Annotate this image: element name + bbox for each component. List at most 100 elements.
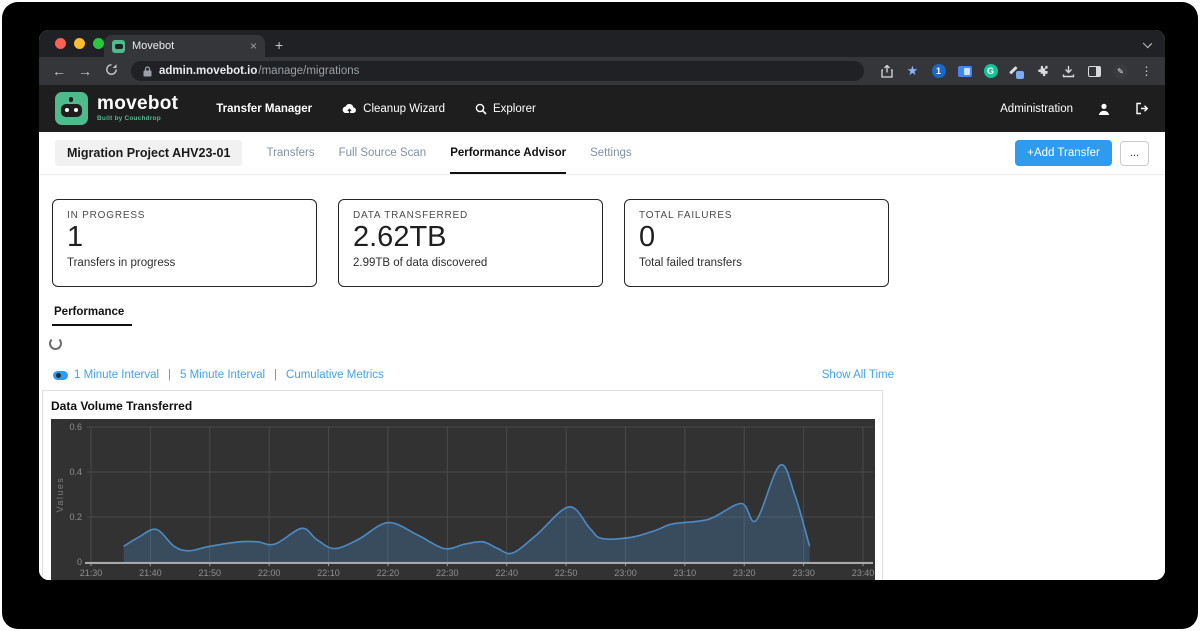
close-tab-icon[interactable]: × (250, 39, 257, 53)
project-tabs: Transfers Full Source Scan Performance A… (266, 132, 631, 174)
stat-value: 2.62TB (353, 222, 588, 254)
browser-tab-movebot[interactable]: Movebot × (104, 35, 265, 57)
movebot-logo[interactable]: movebot Built by Couchdrop (55, 92, 178, 125)
loading-spinner-icon (49, 337, 62, 350)
cleanup-cloud-icon (342, 103, 357, 114)
tab-performance-advisor[interactable]: Performance Advisor (450, 132, 566, 174)
color-picker-extension-icon[interactable] (1008, 63, 1025, 80)
nav-item-label: Explorer (493, 103, 536, 115)
side-panel-icon[interactable] (1086, 63, 1103, 80)
back-button[interactable]: ← (49, 61, 69, 81)
url-path: /manage/migrations (258, 65, 359, 77)
data-volume-chart[interactable]: 00.20.40.621:3021:4021:5022:0022:1022:20… (51, 419, 875, 580)
svg-text:23:10: 23:10 (674, 568, 697, 578)
tab-list-chevron-icon[interactable] (1143, 39, 1152, 48)
svg-text:21:30: 21:30 (80, 568, 103, 578)
stat-card-in-progress: IN PROGRESS 1 Transfers in progress (52, 199, 317, 287)
separator: | (274, 369, 277, 381)
logo-subtext: Built by Couchdrop (97, 116, 178, 123)
stat-label: DATA TRANSFERRED (353, 210, 588, 221)
section-tabs: Performance (52, 302, 1149, 326)
movebot-robot-icon (55, 92, 88, 125)
share-icon[interactable] (878, 63, 895, 80)
nav-item-transfer-manager[interactable]: Transfer Manager (216, 103, 312, 115)
tab-full-source-scan[interactable]: Full Source Scan (339, 132, 427, 174)
svg-text:23:00: 23:00 (614, 568, 637, 578)
toolbar-icon-group: ★ 1 G ✎ ⋮ (878, 63, 1155, 80)
movebot-favicon-icon (112, 40, 125, 53)
bookmark-star-icon[interactable]: ★ (904, 63, 921, 80)
svg-text:0.4: 0.4 (69, 467, 82, 477)
chart-title: Data Volume Transferred (43, 391, 882, 419)
reload-button[interactable] (101, 61, 121, 81)
traffic-lights (55, 38, 104, 49)
svg-text:23:30: 23:30 (792, 568, 815, 578)
svg-text:0.2: 0.2 (69, 512, 82, 522)
stat-card-data-transferred: DATA TRANSFERRED 2.62TB 2.99TB of data d… (338, 199, 603, 287)
stat-caption: 2.99TB of data discovered (353, 257, 588, 269)
zoom-window-button[interactable] (93, 38, 104, 49)
stat-label: TOTAL FAILURES (639, 210, 874, 221)
grammarly-extension-icon[interactable]: G (982, 63, 999, 80)
project-header: Migration Project AHV23-01 Transfers Ful… (39, 132, 1165, 175)
user-account-icon[interactable] (1097, 102, 1111, 116)
header-actions: +Add Transfer ... (1015, 140, 1149, 166)
svg-text:0.6: 0.6 (69, 422, 82, 432)
blue-extension-icon[interactable] (956, 63, 973, 80)
extensions-puzzle-icon[interactable] (1034, 63, 1051, 80)
minimize-window-button[interactable] (74, 38, 85, 49)
app-nav-right: Administration (1000, 102, 1149, 116)
link-1-minute-interval[interactable]: 1 Minute Interval (74, 369, 159, 381)
explorer-search-icon (475, 103, 487, 115)
new-tab-button[interactable]: + (275, 38, 283, 52)
browser-menu-icon[interactable]: ⋮ (1138, 63, 1155, 80)
nav-item-label: Cleanup Wizard (363, 103, 445, 115)
stat-value: 1 (67, 222, 302, 254)
more-options-button[interactable]: ... (1120, 141, 1149, 166)
close-window-button[interactable] (55, 38, 66, 49)
show-all-time-link[interactable]: Show All Time (822, 369, 894, 381)
tab-settings[interactable]: Settings (590, 132, 632, 174)
stat-label: IN PROGRESS (67, 210, 302, 221)
nav-item-cleanup-wizard[interactable]: Cleanup Wizard (342, 103, 445, 115)
onepassword-extension-icon[interactable]: 1 (930, 63, 947, 80)
profile-avatar-icon[interactable]: ✎ (1112, 63, 1129, 80)
stat-value: 0 (639, 222, 874, 254)
performance-chart-svg: 00.20.40.621:3021:4021:5022:0022:1022:20… (51, 419, 875, 580)
tab-strip: Movebot × + (39, 30, 1165, 57)
tab-performance[interactable]: Performance (52, 306, 132, 326)
separator: | (168, 369, 171, 381)
app-navbar: movebot Built by Couchdrop Transfer Mana… (39, 85, 1165, 132)
stat-caption: Transfers in progress (67, 257, 302, 269)
svg-text:21:40: 21:40 (139, 568, 162, 578)
stat-cards: IN PROGRESS 1 Transfers in progress DATA… (52, 199, 1149, 287)
downloads-icon[interactable] (1060, 63, 1077, 80)
administration-link[interactable]: Administration (1000, 103, 1073, 115)
chart-card: Data Volume Transferred 0 0.2 0.4 0.6 21:30 2… (42, 390, 883, 580)
svg-text:23:40: 23:40 (852, 568, 875, 578)
svg-text:0: 0 (77, 557, 82, 567)
svg-text:21:50: 21:50 (199, 568, 222, 578)
add-transfer-button[interactable]: +Add Transfer (1015, 140, 1112, 166)
nav-item-explorer[interactable]: Explorer (475, 103, 536, 115)
svg-text:22:10: 22:10 (317, 568, 340, 578)
link-5-minute-interval[interactable]: 5 Minute Interval (180, 369, 265, 381)
address-bar[interactable]: admin.movebot.io /manage/migrations (131, 61, 864, 81)
tab-transfers[interactable]: Transfers (266, 132, 314, 174)
reload-icon (105, 63, 118, 76)
browser-toolbar: ← → admin.movebot.io /manage/migrations … (39, 57, 1165, 85)
visible-eye-icon (53, 371, 68, 380)
browser-window: Movebot × + ← → admin.movebot.io /manage… (39, 30, 1165, 580)
forward-button[interactable]: → (75, 61, 95, 81)
svg-text:22:00: 22:00 (258, 568, 281, 578)
url-domain: admin.movebot.io (159, 65, 257, 77)
link-cumulative-metrics[interactable]: Cumulative Metrics (286, 369, 384, 381)
stat-card-total-failures: TOTAL FAILURES 0 Total failed transfers (624, 199, 889, 287)
svg-text:Values: Values (55, 477, 65, 513)
lock-icon (143, 66, 152, 77)
logo-text: movebot (97, 94, 178, 113)
stat-caption: Total failed transfers (639, 257, 874, 269)
logout-icon[interactable] (1135, 102, 1149, 115)
tab-title: Movebot (132, 40, 243, 52)
page-content: Migration Project AHV23-01 Transfers Ful… (39, 132, 1165, 580)
